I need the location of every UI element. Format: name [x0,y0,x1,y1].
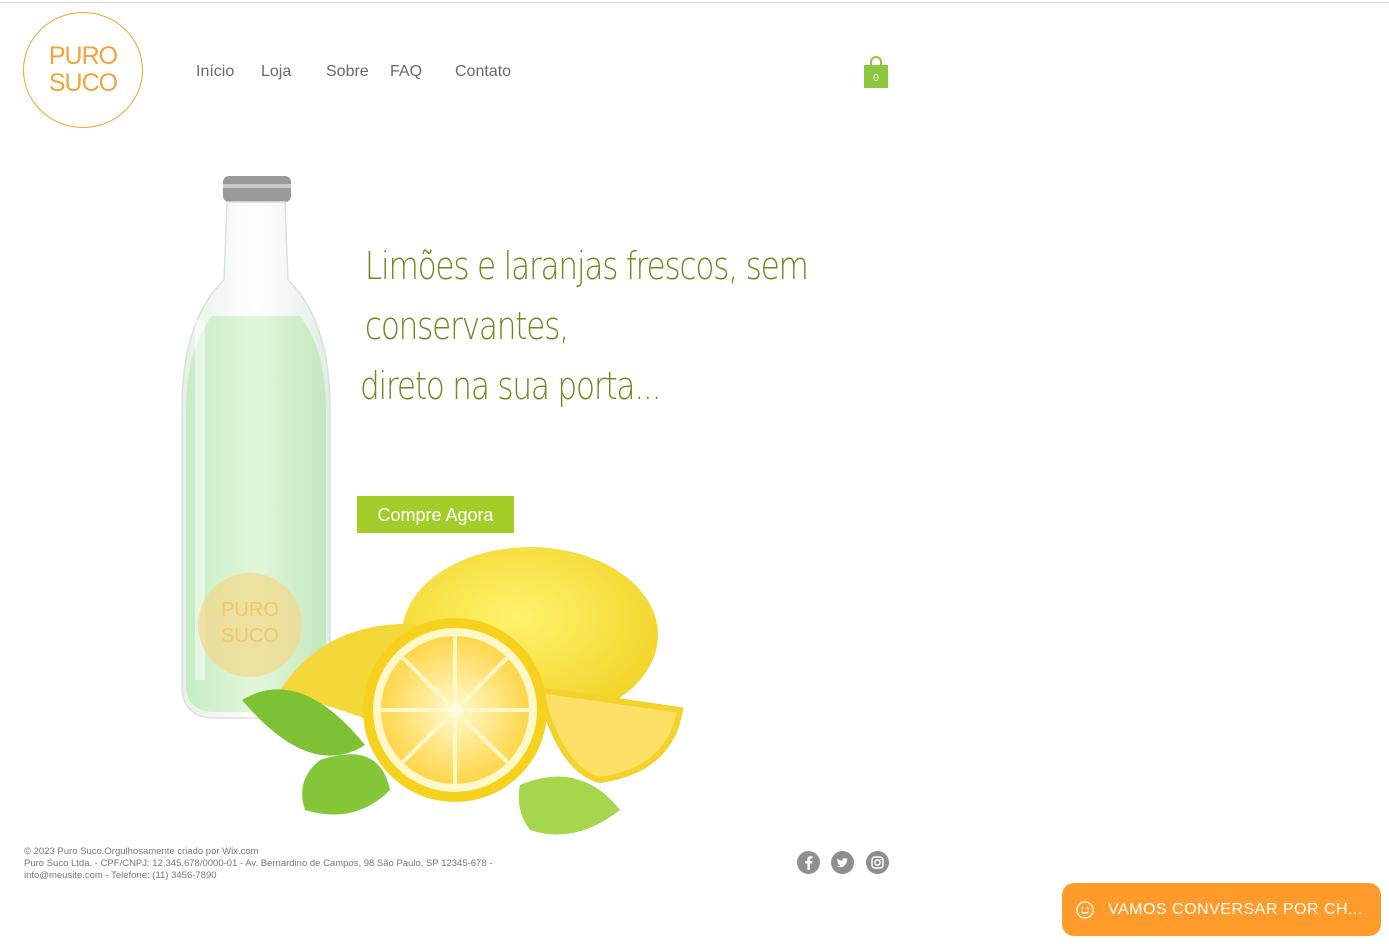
logo-line-2: SUCO [48,69,118,97]
bottle-logo-line-1: PURO [221,599,279,621]
logo-line-1: PURO [48,42,118,70]
chat-widget[interactable]: VAMOS CONVERSAR POR CH... [1062,883,1381,936]
nav-item-contato[interactable]: Contato [455,63,511,81]
smiley-icon [1076,900,1094,919]
chat-label: VAMOS CONVERSAR POR CH... [1108,900,1363,918]
instagram-icon[interactable] [866,851,889,874]
nav-item-sobre[interactable]: Sobre [326,63,369,81]
headline-line-3: direto na sua porta... [360,364,662,408]
leaf-2 [302,754,390,815]
top-divider [0,2,1389,3]
footer-info: © 2023 Puro Suco.Orgulhosamente criado p… [24,846,564,882]
footer-contact: info@meusite.com - Telefone: (11) 3456-7… [24,870,217,881]
leaf-3 [518,776,620,835]
footer-address: Puro Suco Ltda. - CPF/CNPJ: 12.345.678/0… [24,858,493,869]
headline-line-1: Limões e laranjas frescos, sem [364,244,809,288]
site-logo[interactable]: PURO SUCO [23,12,143,128]
juice-bottle: PURO SUCO [181,176,331,719]
headline-line-2: conservantes, [364,304,569,348]
shop-now-button[interactable]: Compre Agora [357,496,514,533]
cart-button[interactable]: 0 [864,56,888,88]
facebook-icon[interactable] [797,851,820,874]
cart-count: 0 [873,73,879,84]
nav-item-faq[interactable]: FAQ [390,63,422,81]
nav-item-loja[interactable]: Loja [261,63,291,81]
nav-item-inicio[interactable]: Início [196,63,234,81]
hero-headline: Limões e laranjas frescos, sem conservan… [360,236,809,416]
footer-copyright: © 2023 Puro Suco.Orgulhosamente criado p… [24,846,259,857]
bottle-logo-line-2: SUCO [221,625,279,647]
lemon-wedge-right [536,686,684,784]
lemon-half [363,618,547,802]
twitter-icon[interactable] [831,851,854,874]
shopping-bag-icon: 0 [864,56,888,88]
